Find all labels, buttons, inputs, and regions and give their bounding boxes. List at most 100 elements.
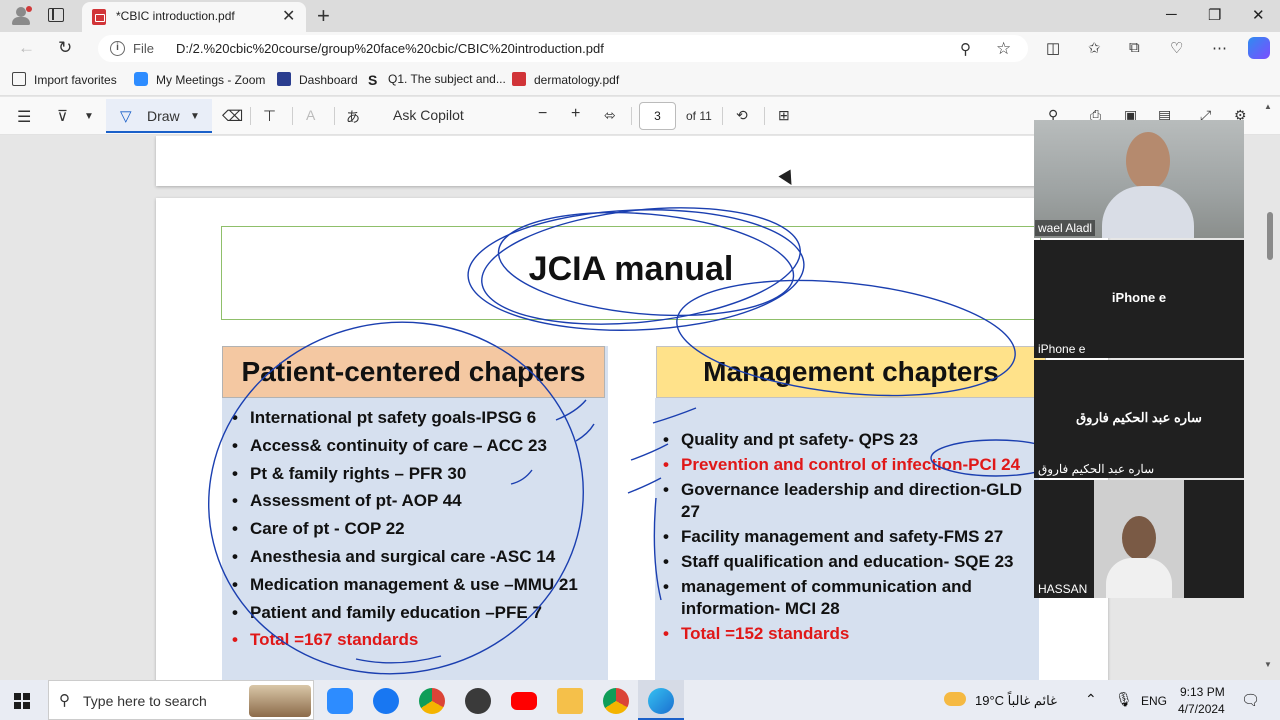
ink-stroke — [653, 497, 662, 601]
site-s-icon: S — [368, 72, 378, 88]
ink-stroke — [575, 423, 595, 442]
clock-date[interactable]: 4/7/2024 — [1178, 702, 1225, 716]
youtube-icon[interactable] — [511, 692, 537, 710]
participant-display-name: iPhone e — [1111, 290, 1167, 305]
windows-start-icon[interactable] — [14, 693, 30, 709]
close-tab-icon[interactable]: ✕ — [282, 6, 295, 26]
zoom-app-icon[interactable] — [327, 688, 353, 714]
highlight-icon[interactable]: ⊽ — [57, 107, 68, 125]
taskbar-search[interactable]: ⚲ Type here to search — [48, 680, 314, 720]
participant-face — [1126, 132, 1170, 190]
url-text[interactable]: D:/2.%20cbic%20course/group%20face%20cbi… — [176, 41, 604, 56]
previous-page — [156, 136, 1108, 186]
show-hidden-icons-icon[interactable]: ⌃ — [1085, 691, 1097, 708]
fit-width-icon[interactable]: ⬄ — [604, 107, 616, 124]
profile-icon[interactable] — [10, 6, 32, 26]
edge-icon — [648, 688, 674, 714]
draw-label: Draw — [147, 108, 180, 124]
separator — [722, 107, 723, 125]
app-icon[interactable] — [465, 688, 491, 714]
weather-text[interactable]: 19°C غائم غالباً — [975, 693, 1057, 709]
favorite-dermatology[interactable]: dermatology.pdf — [512, 72, 619, 87]
pdf-page: JCIA manual Patient-centered chapters In… — [156, 198, 1108, 680]
weather-icon[interactable] — [944, 692, 966, 706]
taskbar: ⚲ Type here to search 19°C غائم غالباً ⌃… — [0, 680, 1280, 720]
pdf-file-icon — [512, 72, 526, 86]
eraser-icon[interactable]: ⌫ — [222, 107, 243, 125]
highlight-dropdown-icon[interactable]: ▼ — [84, 111, 94, 122]
separator — [292, 107, 293, 125]
ink-stroke — [652, 407, 697, 424]
tab-title: *CBIC introduction.pdf — [116, 9, 235, 23]
participant-tile[interactable]: iPhone e iPhone e — [1034, 240, 1244, 358]
favorite-import[interactable]: Import favorites — [12, 72, 117, 87]
copilot-icon[interactable] — [1248, 37, 1270, 59]
scroll-up-icon[interactable]: ▲ — [1264, 102, 1272, 111]
favorites-bar: Import favorites My Meetings - Zoom Dash… — [0, 64, 1280, 96]
pen-annotations — [208, 207, 1062, 675]
split-screen-icon[interactable]: ◫ — [1046, 39, 1060, 57]
vertical-scrollbar[interactable]: ▲ ▼ — [1262, 100, 1276, 680]
ask-copilot-button[interactable]: Ask Copilot — [393, 107, 464, 123]
chrome-profile-icon[interactable] — [603, 688, 629, 714]
import-icon — [12, 72, 26, 86]
pdf-file-icon — [92, 9, 106, 25]
translate-icon[interactable]: あ — [346, 107, 360, 127]
more-options-icon[interactable]: ⋯ — [1212, 39, 1227, 57]
page-number-input[interactable]: 3 — [639, 102, 676, 130]
participant-tile[interactable]: ساره عبد الحكيم فاروق ساره عبد الحكيم فا… — [1034, 360, 1244, 478]
new-tab-icon[interactable]: + — [317, 3, 330, 29]
participant-body — [1106, 558, 1172, 598]
active-app-edge[interactable] — [638, 680, 684, 720]
participant-tile-video[interactable]: wael Aladl — [1034, 120, 1244, 238]
page-view-icon[interactable]: ⊞ — [778, 107, 790, 124]
draw-dropdown-icon[interactable]: ▼ — [190, 111, 200, 122]
participant-name: ساره عبد الحكيم فاروق — [1038, 462, 1155, 476]
tab-bar: *CBIC introduction.pdf ✕ + ─ ❐ ✕ — [0, 0, 1280, 32]
ink-circle — [467, 209, 805, 331]
notifications-icon[interactable]: 🗨 — [1241, 691, 1260, 709]
participant-name: HASSAN — [1038, 582, 1088, 596]
zoom-app-icon — [134, 72, 148, 86]
favorite-dashboard[interactable]: Dashboard — [277, 72, 358, 87]
ink-stroke — [510, 469, 533, 485]
scrollbar-thumb[interactable] — [1267, 212, 1273, 260]
participant-name: wael Aladl — [1035, 220, 1096, 236]
close-window-icon[interactable]: ✕ — [1252, 6, 1265, 24]
favorites-icon[interactable]: ✩ — [1088, 39, 1101, 57]
ink-circle — [208, 321, 584, 675]
zoom-in-icon[interactable]: + — [571, 105, 580, 123]
zoom-out-icon[interactable]: − — [538, 105, 547, 123]
active-tab[interactable]: *CBIC introduction.pdf ✕ — [82, 2, 306, 32]
draw-button[interactable]: ▽ Draw ▼ — [106, 99, 212, 133]
favorite-zoom[interactable]: My Meetings - Zoom — [134, 72, 265, 87]
refresh-icon[interactable]: ↻ — [58, 38, 72, 58]
tab-actions-icon[interactable] — [48, 8, 64, 22]
zoom-icon[interactable]: ⚲ — [960, 40, 971, 58]
favorite-star-icon[interactable]: ☆ — [996, 39, 1011, 59]
separator — [334, 107, 335, 125]
text-box-icon[interactable]: ⊤ — [263, 107, 276, 125]
read-aloud-icon[interactable]: A — [306, 107, 315, 123]
rotate-icon[interactable]: ⟲ — [736, 107, 748, 124]
contents-icon[interactable]: ☰ — [17, 107, 31, 127]
search-highlight-image — [249, 685, 311, 717]
favorite-q1[interactable]: S Q1. The subject and... — [368, 72, 506, 88]
back-icon[interactable]: ← — [18, 38, 35, 58]
chrome-icon[interactable] — [419, 688, 445, 714]
browser-essentials-icon[interactable]: ♡ — [1170, 39, 1183, 57]
ink-underline — [355, 655, 442, 664]
file-explorer-icon[interactable] — [557, 688, 583, 714]
scroll-down-icon[interactable]: ▼ — [1264, 660, 1272, 669]
microphone-icon[interactable]: 🎙 — [1115, 691, 1133, 708]
participant-face — [1122, 516, 1156, 560]
facebook-icon[interactable] — [373, 688, 399, 714]
restore-icon[interactable]: ❐ — [1208, 6, 1221, 24]
collections-icon[interactable]: ⧉ — [1129, 39, 1140, 56]
participant-tile-video[interactable]: HASSAN — [1034, 480, 1244, 598]
clock-time[interactable]: 9:13 PM — [1180, 685, 1225, 699]
info-icon[interactable]: i — [110, 41, 125, 56]
url-field[interactable]: i File D:/2.%20cbic%20course/group%20fac… — [98, 35, 1028, 62]
minimize-icon[interactable]: ─ — [1166, 6, 1177, 23]
language-indicator[interactable]: ENG — [1141, 694, 1167, 708]
